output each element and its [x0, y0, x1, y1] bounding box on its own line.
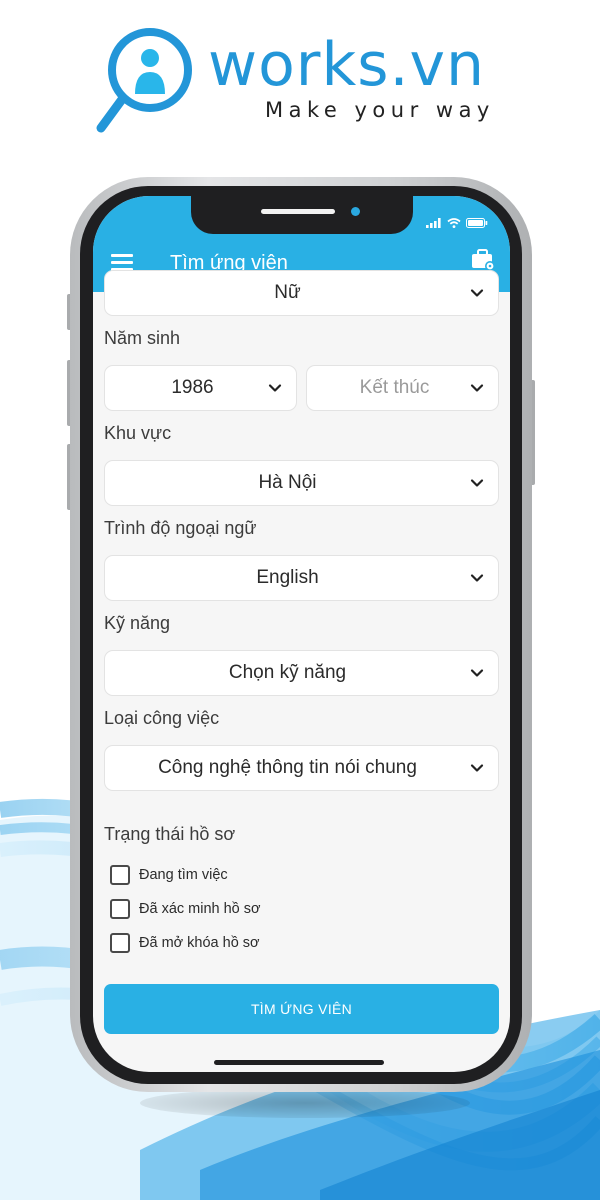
phone-notch — [191, 196, 413, 234]
checkbox-looking-for-job[interactable] — [110, 865, 130, 885]
profile-status-option[interactable]: Đang tìm việc — [110, 864, 228, 886]
profile-status-option[interactable]: Đã xác minh hồ sơ — [110, 898, 261, 920]
skills-select-placeholder: Chọn kỹ năng — [228, 662, 347, 683]
birth-year-start-select[interactable]: 1986 — [104, 365, 297, 411]
language-level-label: Trình độ ngoại ngữ — [104, 518, 257, 538]
checkbox-unlocked-profile[interactable] — [110, 933, 130, 953]
birth-year-start-value: 1986 — [171, 377, 214, 398]
job-type-label: Loại công việc — [104, 708, 220, 728]
brand-name: works.vn — [208, 30, 486, 100]
job-type-select-value: Công nghệ thông tin nói chung — [158, 757, 417, 778]
chevron-down-icon — [470, 574, 484, 582]
chevron-down-icon — [470, 764, 484, 772]
chevron-down-icon — [470, 669, 484, 677]
gender-select-value: Nữ — [274, 282, 301, 303]
brand-logo: works.vn Make your way — [0, 0, 600, 150]
job-type-select[interactable]: Công nghệ thông tin nói chung — [104, 745, 499, 791]
signal-icon — [426, 218, 441, 228]
birth-year-label: Năm sinh — [104, 328, 181, 348]
language-level-value: English — [256, 567, 319, 588]
menu-button[interactable] — [111, 254, 133, 271]
brand-tagline: Make your way — [265, 98, 495, 122]
checkbox-label: Đã xác minh hồ sơ — [139, 901, 261, 917]
chevron-down-icon — [470, 479, 484, 487]
profile-status-option[interactable]: Đã mở khóa hồ sơ — [110, 932, 260, 954]
briefcase-settings-icon[interactable] — [470, 248, 496, 272]
checkbox-label: Đã mở khóa hồ sơ — [139, 935, 260, 951]
birth-year-end-select[interactable]: Kết thúc — [306, 365, 499, 411]
phone-shadow — [140, 1088, 470, 1118]
chevron-down-icon — [268, 384, 282, 392]
wifi-icon — [447, 218, 461, 228]
checkbox-verified-profile[interactable] — [110, 899, 130, 919]
chevron-down-icon — [470, 384, 484, 392]
gender-select[interactable]: Nữ — [104, 270, 499, 316]
speaker-grille — [261, 209, 335, 214]
profile-status-label: Trạng thái hồ sơ — [104, 824, 236, 844]
region-select[interactable]: Hà Nội — [104, 460, 499, 506]
battery-icon — [466, 218, 488, 228]
magnifier-person-icon — [96, 28, 192, 133]
region-label: Khu vực — [104, 423, 172, 443]
search-form: Nữ Năm sinh 1986 Kết thúc Khu vực Hà Nội… — [93, 270, 510, 1072]
home-indicator[interactable] — [214, 1060, 384, 1065]
search-candidates-button[interactable]: TÌM ỨNG VIÊN — [104, 984, 499, 1034]
front-camera — [351, 207, 360, 216]
skills-select[interactable]: Chọn kỹ năng — [104, 650, 499, 696]
checkbox-label: Đang tìm việc — [139, 867, 228, 883]
chevron-down-icon — [470, 289, 484, 297]
skills-label: Kỹ năng — [104, 613, 171, 633]
language-level-select[interactable]: English — [104, 555, 499, 601]
phone-screen: Tìm ứng viên Nữ Năm sinh 1986 Kết thúc K — [93, 196, 510, 1072]
status-bar — [426, 218, 488, 228]
region-select-value: Hà Nội — [258, 472, 317, 493]
birth-year-end-placeholder: Kết thúc — [359, 377, 430, 398]
